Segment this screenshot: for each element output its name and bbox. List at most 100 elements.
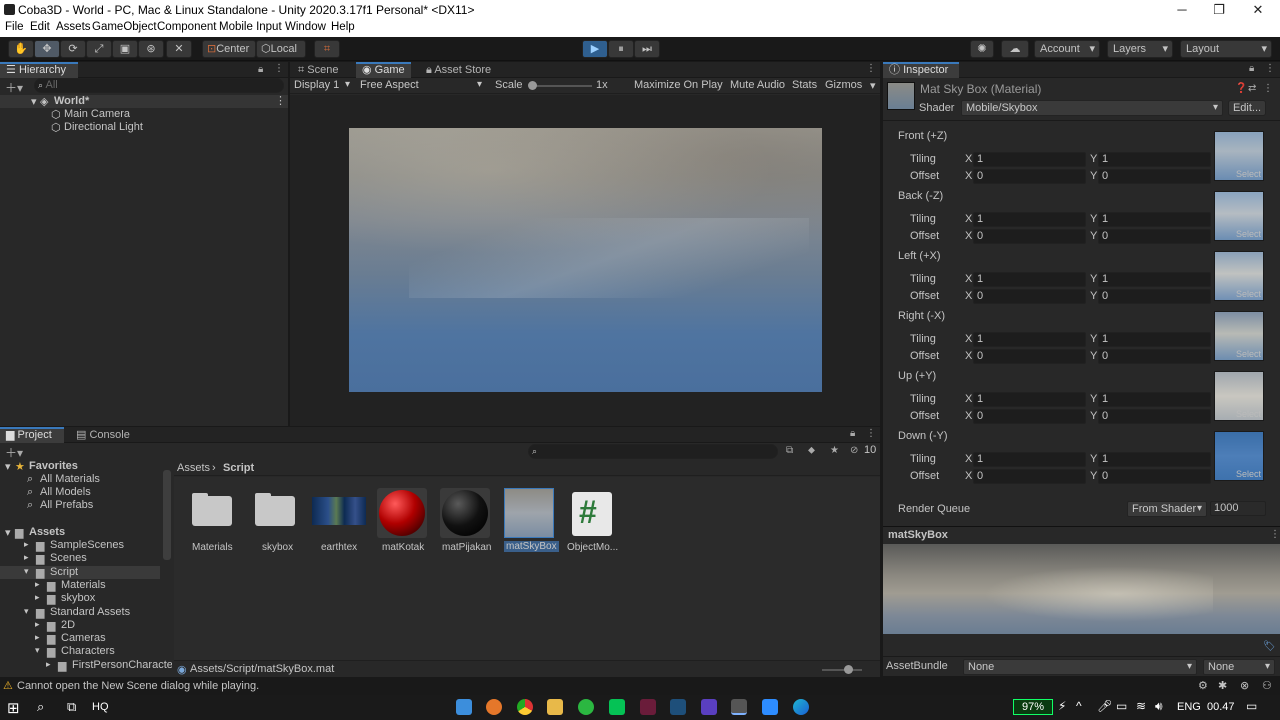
layout-dropdown[interactable]: Layout ▾ [1180,40,1272,58]
offset-y-field[interactable]: 0 [1098,169,1211,184]
chevron-up-icon[interactable]: ^ [1076,699,1082,713]
render-queue-field[interactable]: 1000 [1210,501,1266,516]
hand-tool-button[interactable]: ✋ [8,40,34,58]
tree-item[interactable]: ▸ ▆ Materials [0,579,160,592]
tab-project[interactable]: ▆ Project [0,427,64,443]
microphone-icon[interactable]: 🎤︎ [1097,699,1112,713]
tree-item[interactable]: ▸ ▆ FirstPersonCharacte [0,659,172,672]
scale-tool-button[interactable]: ⤢ [86,40,112,58]
move-tool-button[interactable]: ✥ [34,40,60,58]
more-icon[interactable]: ⋮ [1263,83,1273,94]
lock-icon[interactable]: 🔒︎ [850,428,855,439]
tree-item[interactable]: ▾ ▆ Characters [0,645,160,658]
face-texture-slot[interactable]: Select [1214,191,1264,241]
expand-arrow-icon[interactable]: ▾ [35,645,40,656]
scale-slider-handle[interactable] [528,81,537,90]
tiling-y-field[interactable]: 1 [1098,272,1211,287]
shader-dropdown[interactable]: Mobile/Skybox [961,100,1223,116]
expand-arrow-icon[interactable]: ▸ [24,539,29,550]
assets-root-label[interactable]: Assets [29,526,65,538]
clock[interactable]: 00.47 [1207,701,1235,713]
label-tag-icon[interactable]: 🏷︎ [1263,641,1276,652]
favorite-item[interactable]: All Models [40,486,91,498]
layers-dropdown[interactable]: Layers ▾ [1107,40,1173,58]
tab-hierarchy[interactable]: ☰ Hierarchy [0,62,78,78]
vs-icon[interactable] [640,699,656,715]
tree-item[interactable]: ▸ ▆ Cameras [0,632,160,645]
offset-y-field[interactable]: 0 [1098,409,1211,424]
add-icon[interactable]: ＋▾ [5,79,23,96]
tiling-x-field[interactable]: 1 [973,272,1086,287]
expand-arrow-icon[interactable]: ▾ [31,95,37,108]
transform-tool-button[interactable]: ⊛ [138,40,164,58]
services-button[interactable]: ✺ [970,40,994,58]
breadcrumb-script[interactable]: Script [223,462,254,474]
folder-icon[interactable] [192,490,232,530]
favorite-item[interactable]: All Materials [40,473,100,485]
hierarchy-search-input[interactable]: ⌕ All [34,78,284,93]
volume-icon[interactable]: 🔊︎ [1155,699,1163,714]
battery-indicator[interactable]: 97% [1013,699,1053,715]
offset-x-field[interactable]: 0 [973,409,1086,424]
custom-tool-button[interactable]: ✕ [166,40,192,58]
tiling-x-field[interactable]: 1 [973,152,1086,167]
red-sphere-thumbnail[interactable] [379,490,425,536]
pivot-center-button[interactable]: ⊡Center [202,40,256,58]
hidden-count-icon[interactable]: ⊘ [850,445,858,456]
expand-arrow-icon[interactable]: ▾ [5,460,11,473]
status-message[interactable]: Cannot open the New Scene dialog while p… [17,680,259,692]
more-icon[interactable]: ⋮ [1270,529,1280,540]
select-texture-button[interactable]: Select [1236,169,1261,179]
folder-icon[interactable] [255,490,295,530]
expand-arrow-icon[interactable]: ▾ [24,606,29,617]
face-texture-slot[interactable]: Select [1214,431,1264,481]
face-texture-slot[interactable]: Select [1214,371,1264,421]
tiling-x-field[interactable]: 1 [973,392,1086,407]
face-texture-slot[interactable]: Select [1214,311,1264,361]
search-text[interactable]: HQ [92,701,109,713]
more-icon[interactable]: ⋮ [866,63,876,74]
offset-x-field[interactable]: 0 [973,289,1086,304]
menu-window[interactable]: Window [285,21,326,33]
icon-size-slider[interactable] [822,669,862,671]
windows-start-icon[interactable]: ⊞ [7,699,20,717]
skybox-material-thumbnail[interactable] [504,488,554,538]
icon-size-slider-handle[interactable] [844,665,853,674]
zoom-icon[interactable] [762,699,778,715]
more-icon[interactable]: ⋮ [866,428,876,439]
expand-arrow-icon[interactable]: ▸ [35,579,40,590]
offset-y-field[interactable]: 0 [1098,349,1211,364]
breadcrumb-assets[interactable]: Assets [177,462,210,474]
offset-x-field[interactable]: 0 [973,169,1086,184]
tiling-y-field[interactable]: 1 [1098,332,1211,347]
battery-icon[interactable]: ▭ [1116,699,1127,713]
offset-x-field[interactable]: 0 [973,229,1086,244]
csharp-script-icon[interactable]: # [572,492,612,536]
add-icon[interactable]: ＋▾ [5,444,23,461]
star-icon[interactable]: ★ [830,445,839,456]
scene-row[interactable]: ▾ ◈ World* ⋮ [0,95,288,108]
offset-y-field[interactable]: 0 [1098,289,1211,304]
tree-scrollbar[interactable] [163,470,171,560]
tree-item[interactable]: ▸ ▆ Scenes [0,552,160,565]
gizmos-dropdown-icon[interactable]: ▾ [870,79,876,92]
menu-assets[interactable]: Assets [56,21,91,33]
black-sphere-thumbnail[interactable] [442,490,488,536]
menu-edit[interactable]: Edit [30,21,50,33]
help-icon[interactable]: ❓ [1235,83,1247,94]
minimize-button[interactable]: ─ [1172,2,1192,17]
display-dropdown[interactable]: Display 1 [290,78,354,94]
menu-gameobject[interactable]: GameObject [92,21,157,33]
menu-component[interactable]: Component [157,21,216,33]
game-viewport[interactable] [290,95,880,426]
tiling-y-field[interactable]: 1 [1098,392,1211,407]
tab-console[interactable]: ▤ Console [70,427,136,443]
maximize-button[interactable]: ❐ [1209,2,1229,18]
tree-item[interactable]: ▾ ▆ Standard Assets [0,606,160,619]
tree-item[interactable]: ▸ ▆ skybox [0,592,160,605]
offset-y-field[interactable]: 0 [1098,469,1211,484]
filter-label-icon[interactable]: ⬥ [808,445,815,456]
tiling-y-field[interactable]: 1 [1098,212,1211,227]
tab-asset-store[interactable]: 🔒︎ Asset Store [420,62,497,78]
tab-scene[interactable]: ⌗ Scene [292,62,344,78]
